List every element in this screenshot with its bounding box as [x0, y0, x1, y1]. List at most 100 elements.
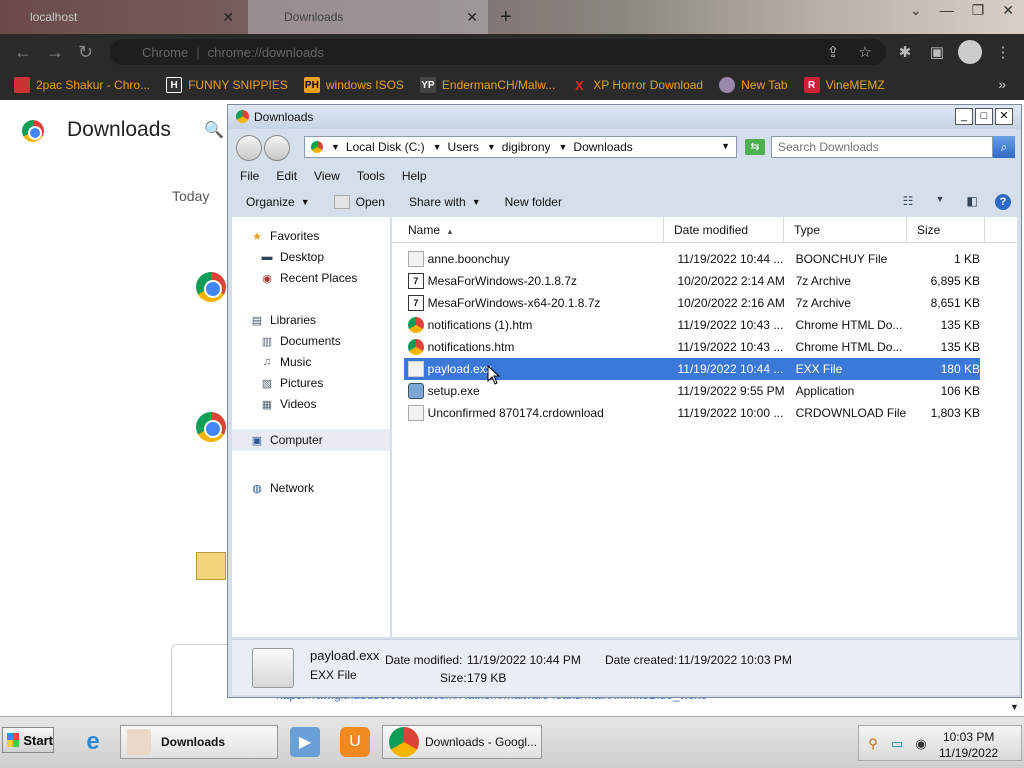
- page-title: Downloads: [67, 118, 171, 141]
- search-icon[interactable]: ⌕: [993, 136, 1015, 158]
- more-menu-icon[interactable]: ⋮: [994, 43, 1012, 61]
- bookmark-item[interactable]: R VineMEMZ: [803, 77, 885, 93]
- breadcrumb-item[interactable]: Local Disk (C:): [346, 140, 425, 154]
- back-arrow-icon[interactable]: ←: [14, 42, 32, 63]
- minimize-button[interactable]: _: [955, 108, 973, 125]
- close-button[interactable]: ✕: [995, 108, 1013, 125]
- tab-downloads[interactable]: Downloads ✕: [248, 0, 488, 34]
- share-icon[interactable]: ⇪: [824, 43, 842, 61]
- chevron-down-icon[interactable]: ▼: [433, 142, 442, 152]
- profile-avatar-icon[interactable]: [958, 40, 982, 64]
- chrome-taskbar-button[interactable]: Downloads - Googl...: [382, 725, 542, 759]
- chevron-down-icon[interactable]: ▼: [487, 142, 496, 152]
- address-bar[interactable]: Chrome | chrome://downloads: [110, 39, 886, 65]
- nav-computer[interactable]: ▣ Computer: [232, 429, 390, 451]
- file-type: BOONCHUY File: [795, 252, 888, 266]
- forward-arrow-icon[interactable]: →: [46, 42, 64, 63]
- share-with-button[interactable]: Share with ▼: [409, 195, 481, 209]
- display-icon[interactable]: ▭: [889, 736, 905, 752]
- chevron-down-icon[interactable]: ▼: [331, 142, 340, 152]
- window-titlebar[interactable]: Downloads _ □ ✕: [228, 105, 1021, 129]
- file-size: 8,651 KB: [930, 296, 980, 310]
- breadcrumb[interactable]: ▼ Local Disk (C:) ▼ Users ▼ digibrony ▼ …: [304, 136, 737, 158]
- nav-music[interactable]: ♫ Music: [260, 355, 311, 369]
- nav-documents[interactable]: ▥ Documents: [260, 334, 341, 348]
- taskbar: Start e Downloads ▶ U Downloads - Googl.…: [0, 716, 1024, 768]
- new-tab-icon[interactable]: +: [500, 6, 512, 29]
- nav-desktop[interactable]: ▬ Desktop: [260, 250, 325, 264]
- breadcrumb-item[interactable]: Users: [448, 140, 479, 154]
- explorer-taskbar-button[interactable]: Downloads: [120, 725, 278, 759]
- menu-tools[interactable]: Tools: [357, 169, 385, 183]
- column-header-date[interactable]: Date modified: [664, 217, 784, 243]
- bookmark-item[interactable]: YP EndermanCH/Malw...: [419, 77, 555, 93]
- side-panel-icon[interactable]: ▣: [928, 43, 946, 61]
- scroll-down-arrow-icon[interactable]: ▼: [1010, 702, 1019, 712]
- tab-localhost[interactable]: localhost ✕: [0, 0, 244, 34]
- breadcrumb-item[interactable]: Downloads: [573, 140, 632, 154]
- extensions-icon[interactable]: ✱: [896, 43, 914, 61]
- column-header-name[interactable]: Name ▲: [392, 217, 664, 243]
- volume-icon[interactable]: ◉: [913, 736, 929, 752]
- nav-network[interactable]: ◍ Network: [250, 481, 314, 495]
- bookmark-item[interactable]: 2pac Shakur - Chro...: [14, 77, 150, 93]
- help-icon[interactable]: ?: [995, 194, 1011, 210]
- clock-time[interactable]: 10:03 PM: [943, 730, 994, 744]
- menu-help[interactable]: Help: [402, 169, 427, 183]
- bookmark-item[interactable]: H FUNNY SNIPPIES: [166, 77, 288, 93]
- file-row[interactable]: Unconfirmed 870174.crdownload 11/19/2022…: [404, 402, 980, 424]
- nav-favorites[interactable]: ★ Favorites: [250, 229, 319, 243]
- reload-icon[interactable]: ↻: [78, 42, 93, 63]
- file-row[interactable]: notifications.htm 11/19/2022 10:43 ... C…: [404, 336, 980, 358]
- file-row[interactable]: 7 MesaForWindows-x64-20.1.8.7z 10/20/202…: [404, 292, 980, 314]
- close-icon[interactable]: ✕: [1002, 2, 1014, 19]
- bookmark-item[interactable]: PH windows ISOS: [303, 77, 404, 93]
- search-icon[interactable]: 🔍: [204, 120, 224, 140]
- preview-pane-icon[interactable]: ◧: [963, 194, 981, 210]
- bookmark-item[interactable]: New Tab: [719, 77, 788, 93]
- nav-libraries[interactable]: ▤ Libraries: [250, 313, 316, 327]
- bookmark-item[interactable]: X XP Horror Download: [571, 77, 703, 93]
- chevron-down-icon[interactable]: ▼: [721, 141, 730, 151]
- open-button[interactable]: Open: [333, 195, 385, 209]
- menu-file[interactable]: File: [240, 169, 259, 183]
- nav-recent-places[interactable]: ◉ Recent Places: [260, 271, 357, 285]
- restore-icon[interactable]: ❐: [972, 2, 985, 19]
- chevron-down-icon[interactable]: ⌄: [910, 2, 922, 19]
- refresh-icon[interactable]: ⇆: [745, 139, 765, 155]
- menu-edit[interactable]: Edit: [276, 169, 297, 183]
- file-row[interactable]: 7 MesaForWindows-20.1.8.7z 10/20/2022 2:…: [404, 270, 980, 292]
- chevron-down-icon[interactable]: ▼: [559, 142, 568, 152]
- column-label: Size: [917, 223, 941, 237]
- close-tab-icon[interactable]: ✕: [466, 9, 478, 26]
- media-player-taskbar-button[interactable]: ▶: [290, 725, 320, 759]
- close-tab-icon[interactable]: ✕: [222, 9, 234, 26]
- clock-date[interactable]: 11/19/2022: [939, 746, 998, 760]
- chevron-right-icon[interactable]: »: [998, 76, 1006, 92]
- uc-browser-taskbar-button[interactable]: U: [340, 725, 370, 759]
- search-icon[interactable]: ⚲: [865, 736, 881, 752]
- ie-taskbar-button[interactable]: e: [78, 725, 108, 759]
- nav-pictures[interactable]: ▧ Pictures: [260, 376, 324, 390]
- breadcrumb-item[interactable]: digibrony: [502, 140, 551, 154]
- organize-button[interactable]: Organize ▼: [246, 195, 310, 209]
- file-name: anne.boonchuy: [427, 252, 510, 266]
- file-list: Name ▲ Date modified Type Size anne.boonc…: [392, 217, 1017, 637]
- file-row[interactable]: notifications (1).htm 11/19/2022 10:43 .…: [404, 314, 980, 336]
- file-row[interactable]: anne.boonchuy 11/19/2022 10:44 ... BOONC…: [404, 248, 980, 270]
- start-button[interactable]: Start: [2, 727, 54, 753]
- menu-view[interactable]: View: [314, 169, 340, 183]
- back-button[interactable]: [236, 135, 262, 161]
- search-input[interactable]: [771, 136, 993, 158]
- nav-videos[interactable]: ▦ Videos: [260, 397, 317, 411]
- view-options-icon[interactable]: ☷: [899, 194, 917, 210]
- new-folder-button[interactable]: New folder: [505, 195, 562, 209]
- documents-icon: ▥: [261, 335, 273, 348]
- chevron-down-icon[interactable]: ▼: [931, 194, 949, 210]
- star-icon[interactable]: ☆: [856, 43, 874, 61]
- minimize-icon[interactable]: —: [940, 2, 954, 19]
- forward-button[interactable]: [264, 135, 290, 161]
- maximize-button[interactable]: □: [975, 108, 993, 125]
- column-header-type[interactable]: Type: [784, 217, 907, 243]
- column-header-size[interactable]: Size: [907, 217, 985, 243]
